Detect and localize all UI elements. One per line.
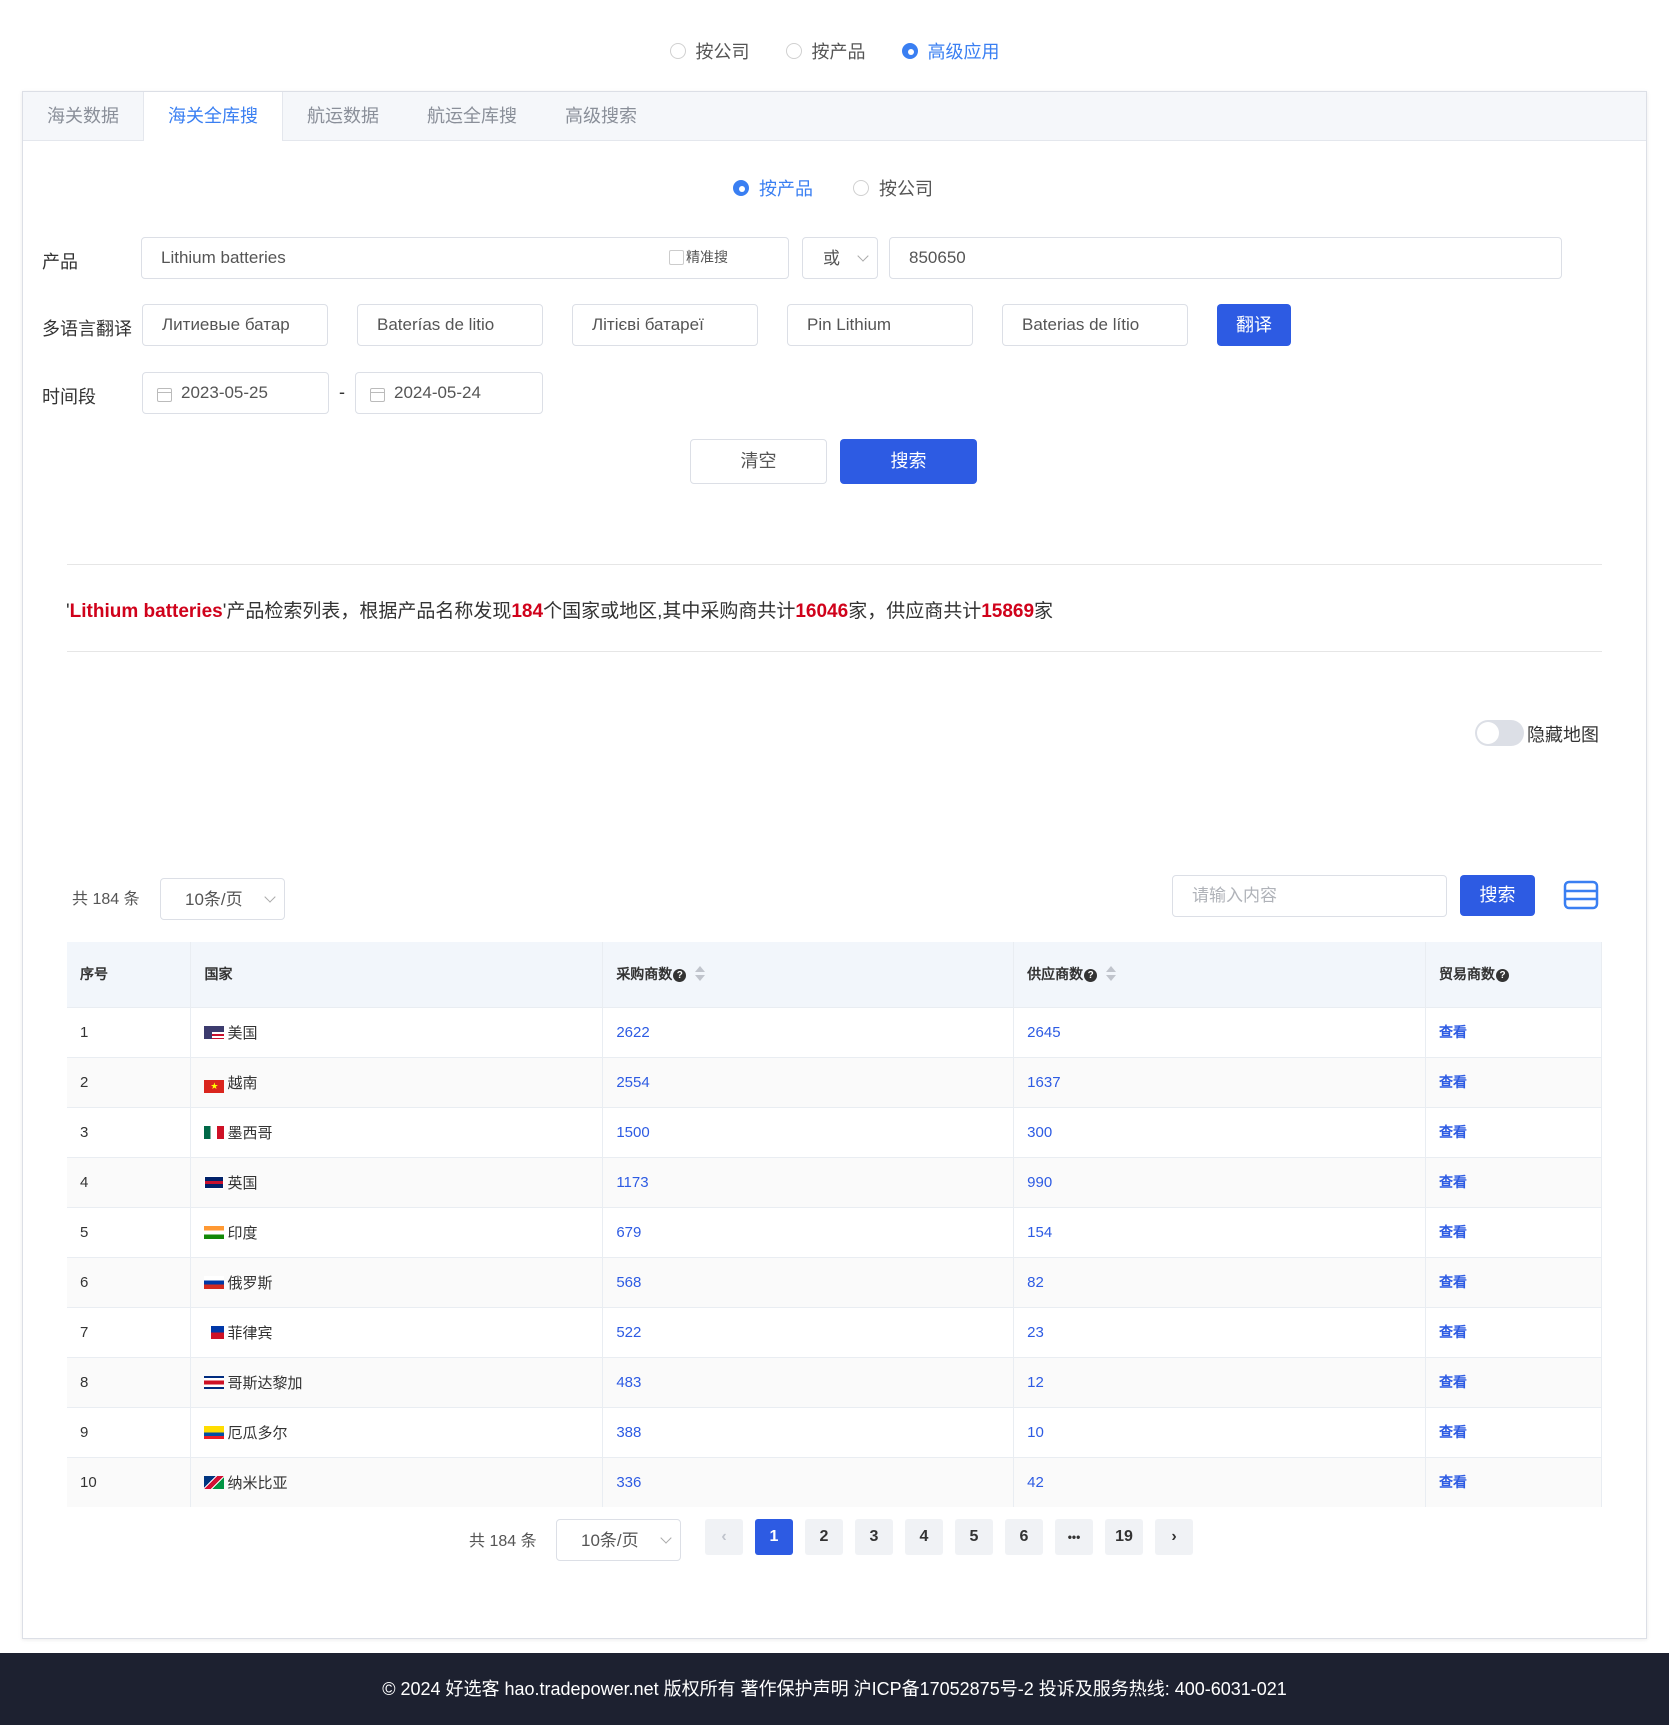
exact-search-checkbox[interactable]: 精准搜 [669,247,728,267]
translation-input-es[interactable]: Baterías de litio [357,304,543,346]
table-row: 3 墨西哥 1500 300 查看 [67,1106,1602,1157]
translation-input-vi[interactable]: Pin Lithium [787,304,973,346]
table-header-row: 序号 国家 采购商数? 供应商数? 贸易商数? [67,942,1602,1007]
divider [67,651,1602,652]
result-summary: 'Lithium batteries'产品检索列表，根据产品名称发现184个国家… [66,601,1054,622]
footer: © 2024 好选客 hao.tradepower.net 版权所有 著作保护声… [0,1653,1669,1725]
col-header-buyers[interactable]: 采购商数? [602,942,1015,1007]
map-toggle-label: 隐藏地图 [1527,725,1599,745]
export-icon[interactable] [1563,880,1599,910]
divider [67,564,1602,565]
table-row: 6 俄罗斯 568 82 查看 [67,1256,1602,1307]
help-icon: ? [1084,969,1098,983]
table-row: 4 英国 1173 990 查看 [67,1156,1602,1207]
tab-advanced-search[interactable]: 高级搜索 [541,92,661,140]
sort-icon[interactable] [1106,966,1117,982]
help-icon: ? [1496,969,1510,983]
radio-dot-icon [785,43,802,59]
table-search-button[interactable]: 搜索 [1460,875,1535,916]
search-type-product[interactable]: 按产品 [733,175,813,201]
page-size-select-bottom[interactable]: 10条/页 [556,1519,681,1561]
map-toggle-switch[interactable] [1475,720,1524,746]
translation-input-pt[interactable]: Baterias de lítio [1002,304,1188,346]
philippines-flag-icon [204,1325,225,1339]
checkbox-box [669,249,684,265]
table-row: 5 印度 679 154 查看 [67,1206,1602,1257]
tab-bar: 海关数据 海关全库搜 航运数据 航运全库搜 高级搜索 [23,92,1646,141]
vietnam-flag-icon: ★ [204,1079,225,1093]
pagination-total: 共 184 条 [469,1533,537,1550]
table-row: 7 菲律宾 522 23 查看 [67,1306,1602,1357]
chevron-down-icon [264,891,276,903]
mode-radio-advanced[interactable]: 高级应用 [901,38,1000,64]
radio-dot-icon [733,180,749,196]
clear-button[interactable]: 清空 [690,439,827,484]
sort-icon[interactable] [695,966,706,982]
page-button-19[interactable]: 19 [1105,1519,1143,1555]
chevron-down-icon [857,250,869,262]
us-flag-icon [204,1025,225,1039]
page-size-select-top[interactable]: 10条/页 [160,878,285,920]
page-button-1[interactable]: 1 [755,1519,793,1555]
page-button-2[interactable]: 2 [805,1519,843,1555]
india-flag-icon [204,1225,225,1239]
search-button[interactable]: 搜索 [840,439,977,484]
page-button-4[interactable]: 4 [905,1519,943,1555]
russia-flag-icon [204,1275,225,1289]
table-row: 10 纳米比亚 336 42 查看 [67,1456,1602,1507]
period-label: 时间段 [42,387,96,407]
mode-radio-product[interactable]: 按产品 [785,38,866,64]
next-page-button[interactable]: › [1155,1519,1193,1555]
radio-dot-icon [901,43,918,59]
namibia-flag-icon [204,1475,225,1489]
radio-dot-icon [853,180,869,196]
page-ellipsis-button[interactable]: ••• [1055,1519,1093,1555]
page-button-6[interactable]: 6 [1005,1519,1043,1555]
tab-customs-data[interactable]: 海关数据 [23,92,143,140]
chevron-down-icon [660,1532,672,1544]
mode-radio-company[interactable]: 按公司 [669,38,750,64]
table-row: 2 ★ 越南 2554 1637 查看 [67,1056,1602,1107]
uk-flag-icon [204,1175,225,1189]
translate-label: 多语言翻译 [42,319,132,339]
calendar-icon [370,388,385,402]
translation-input-uk[interactable]: Літієві батареї [572,304,758,346]
table-total: 共 184 条 [72,891,140,908]
table-row: 1 美国 2622 2645 查看 [67,1006,1602,1057]
help-icon: ? [673,969,687,983]
costa-rica-flag-icon [204,1375,225,1389]
tab-shipping-full-search[interactable]: 航运全库搜 [403,92,541,140]
col-header-no: 序号 [67,942,192,1007]
col-header-suppliers[interactable]: 供应商数? [1013,942,1427,1007]
product-label: 产品 [42,252,78,272]
table-row: 8 哥斯达黎加 483 12 查看 [67,1356,1602,1407]
toggle-knob [1477,722,1499,744]
prev-page-button[interactable]: ‹ [705,1519,743,1555]
country-table: 序号 国家 采购商数? 供应商数? 贸易商数? 1 美国 2622 2645 查看 2 ★… [67,942,1602,1507]
col-header-traders: 贸易商数? [1425,942,1602,1007]
date-from-input[interactable]: 2023-05-25 [142,372,329,414]
logic-select[interactable]: 或 [802,237,878,279]
translate-button[interactable]: 翻译 [1217,304,1291,346]
hs-code-input[interactable]: 850650 [889,237,1562,279]
page-button-3[interactable]: 3 [855,1519,893,1555]
search-type-company[interactable]: 按公司 [853,175,933,201]
tab-shipping-data[interactable]: 航运数据 [283,92,403,140]
table-row: 9 厄瓜多尔 388 10 查看 [67,1406,1602,1457]
radio-dot-icon [669,43,686,59]
page-button-5[interactable]: 5 [955,1519,993,1555]
col-header-country: 国家 [190,942,604,1007]
mexico-flag-icon [204,1125,225,1139]
table-search-input[interactable]: 请输入内容 [1172,875,1447,917]
calendar-icon [157,388,172,402]
date-to-input[interactable]: 2024-05-24 [355,372,543,414]
translation-input-ru[interactable]: Литиевые батар [142,304,328,346]
tab-customs-full-search[interactable]: 海关全库搜 [143,92,283,141]
date-separator: - [339,382,345,402]
mode-radio-group: 按公司 按产品 高级应用 [0,38,1669,64]
ecuador-flag-icon [204,1425,225,1439]
